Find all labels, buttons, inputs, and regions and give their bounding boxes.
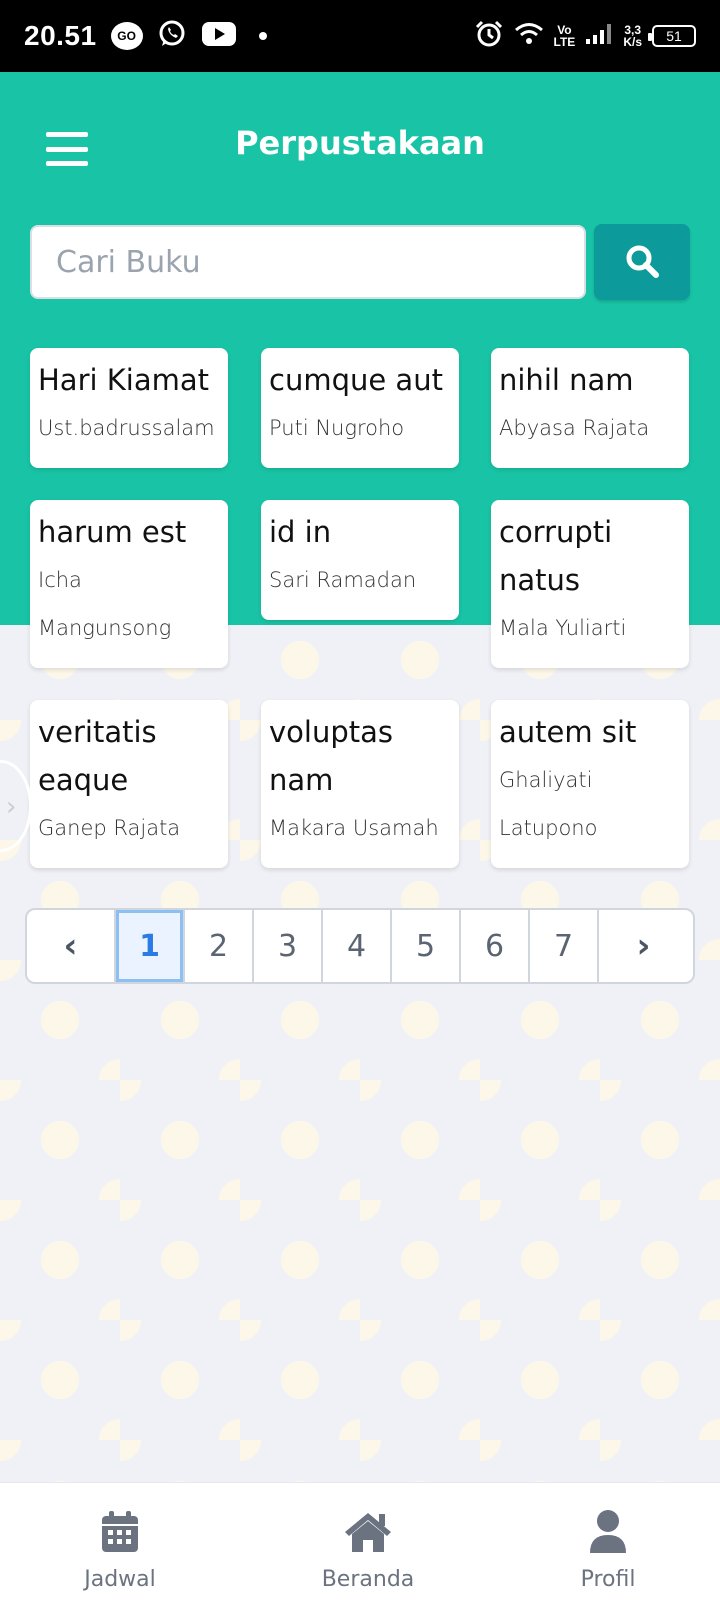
network-speed: 3,3 K/s [623,24,642,48]
pagination-page-2[interactable]: 2 [185,910,254,982]
bottom-nav: Jadwal Beranda Profil [0,1482,720,1612]
signal-icon [585,23,613,49]
pagination-page-5[interactable]: 5 [392,910,461,982]
pagination: ‹ 1 2 3 4 5 6 7 › [25,908,695,984]
book-title: corrupti natus [499,515,613,597]
book-title: voluptas nam [269,715,394,797]
nav-item-beranda[interactable]: Beranda [248,1483,488,1612]
notification-dot-icon [258,32,267,40]
book-card[interactable]: harum est Icha Mangunsong [30,500,228,668]
book-author: Ust.badrussalam [38,416,215,440]
book-card[interactable]: autem sit Ghaliyati Latupono [491,700,689,868]
search-input[interactable] [30,225,586,299]
whatsapp-icon [157,19,187,53]
youtube-icon [201,21,237,51]
book-author: Puti Nugroho [269,416,405,440]
network-type: Vo LTE [554,24,576,48]
book-author: Abyasa Rajata [499,416,650,440]
book-card[interactable]: veritatis eaque Ganep Rajata [30,700,228,868]
home-icon [343,1509,393,1555]
wifi-icon [514,21,544,51]
status-time: 20.51 [24,20,97,51]
book-author: Ghaliyati Latupono [499,768,598,840]
search-button[interactable] [594,224,690,300]
book-title: veritatis eaque [38,715,157,797]
book-author: Sari Ramadan [269,568,417,592]
nav-label: Beranda [321,1567,415,1592]
search-icon [624,243,660,282]
pagination-page-6[interactable]: 6 [461,910,530,982]
pagination-page-1[interactable]: 1 [116,910,185,982]
status-bar: 20.51 GO Vo LTE 3,3 K/s 51 [0,0,720,72]
pagination-page-7[interactable]: 7 [530,910,599,982]
pagination-prev-button[interactable]: ‹ [27,910,116,982]
pagination-page-3[interactable]: 3 [254,910,323,982]
book-card[interactable]: Hari Kiamat Ust.badrussalam [30,348,228,468]
book-author: Mala Yuliarti [499,616,627,640]
nav-label: Jadwal [84,1567,156,1592]
chevron-right-icon: › [6,792,17,822]
book-author: Makara Usamah [269,816,439,840]
nav-item-jadwal[interactable]: Jadwal [0,1483,240,1612]
book-card[interactable]: cumque aut Puti Nugroho [261,348,459,468]
pagination-page-4[interactable]: 4 [323,910,392,982]
book-card[interactable]: voluptas nam Makara Usamah [261,700,459,868]
book-title: id in [269,515,332,549]
book-card[interactable]: nihil nam Abyasa Rajata [491,348,689,468]
book-title: autem sit [499,715,637,749]
alarm-icon [474,19,504,53]
page-title: Perpustakaan [235,124,485,162]
book-title: cumque aut [269,363,443,397]
book-author: Icha Mangunsong [38,568,172,640]
user-icon [588,1509,628,1555]
book-card[interactable]: corrupti natus Mala Yuliarti [491,500,689,668]
gojek-icon: GO [110,22,143,50]
pagination-next-button[interactable]: › [599,910,688,982]
battery-icon: 51 [648,25,696,47]
nav-item-profil[interactable]: Profil [488,1483,720,1612]
book-card[interactable]: id in Sari Ramadan [261,500,459,620]
nav-label: Profil [580,1567,636,1592]
book-author: Ganep Rajata [38,816,181,840]
book-title: nihil nam [499,363,634,397]
book-title: Hari Kiamat [38,363,210,397]
calendar-icon [100,1509,140,1555]
book-title: harum est [38,515,187,549]
network-label-bottom: LTE [553,35,576,49]
speed-bottom: K/s [623,35,642,49]
